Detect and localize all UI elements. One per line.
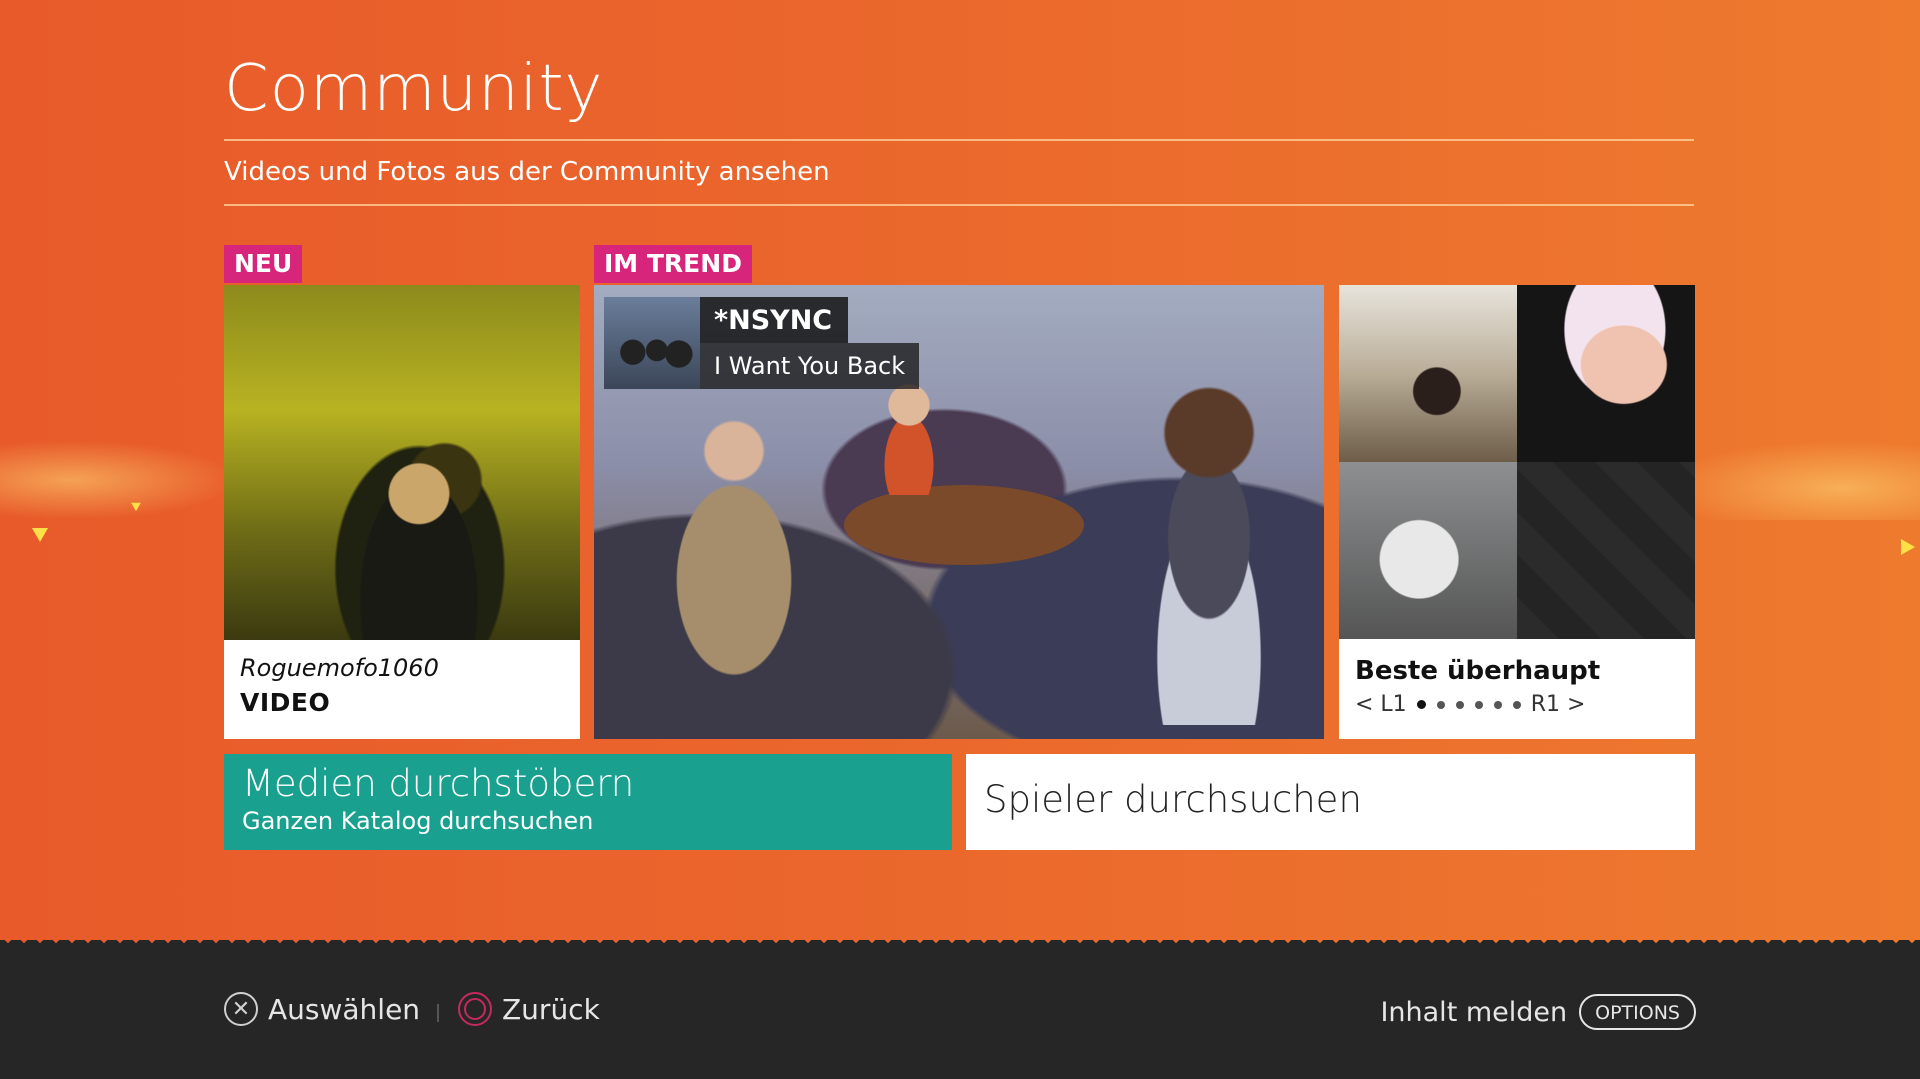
spark-decoration xyxy=(131,502,141,512)
page-title: Community xyxy=(224,52,604,126)
new-media-thumbnail xyxy=(224,285,580,640)
pager-prev-label[interactable]: < L1 xyxy=(1355,692,1407,717)
collage-tile xyxy=(1517,285,1695,462)
song-info-overlay: *NSYNC I Want You Back xyxy=(604,297,920,389)
pager-dot xyxy=(1416,700,1426,709)
pager-dot xyxy=(1455,700,1464,709)
tag-trending: IM TREND xyxy=(594,245,752,283)
collage-tile xyxy=(1339,462,1517,639)
new-media-info: Roguemofo1060 VIDEO xyxy=(224,640,580,739)
footer-separator xyxy=(437,1004,439,1022)
thumbnail-person xyxy=(1114,385,1304,725)
best-media-collage xyxy=(1339,285,1695,640)
spark-decoration xyxy=(1901,539,1915,555)
best-media-card[interactable]: Beste überhaupt < L1 R1 > xyxy=(1339,285,1695,739)
browse-media-label: Medien durchstöbern xyxy=(242,762,635,805)
page-subtitle: Videos und Fotos aus der Community anseh… xyxy=(224,157,830,187)
pager-dot xyxy=(1474,700,1483,709)
select-label: Auswählen xyxy=(268,992,421,1026)
pager-dots xyxy=(1416,700,1521,709)
options-button-icon: OPTIONS xyxy=(1579,994,1696,1030)
cross-button-icon: ✕ xyxy=(224,992,258,1026)
collage-tile xyxy=(1339,285,1517,462)
pager-next-label[interactable]: R1 > xyxy=(1531,692,1586,717)
browse-media-button[interactable]: Medien durchstöbern Ganzen Katalog durch… xyxy=(224,754,952,850)
light-streak-left xyxy=(0,440,240,520)
search-players-button[interactable]: Spieler durchsuchen xyxy=(966,754,1695,850)
trending-media-card[interactable]: *NSYNC I Want You Back xyxy=(594,285,1324,739)
footer-zigzag-edge xyxy=(0,940,1920,956)
thumbnail-person xyxy=(864,375,954,495)
circle-button-icon xyxy=(458,992,492,1026)
song-artist: *NSYNC xyxy=(700,297,849,343)
thumbnail-person xyxy=(634,415,834,715)
media-username: Roguemofo1060 xyxy=(240,654,439,682)
page-indicator: < L1 R1 > xyxy=(1355,692,1679,717)
thumbnail-table xyxy=(844,485,1084,565)
header-divider xyxy=(224,204,1694,206)
song-title: I Want You Back xyxy=(700,343,920,389)
select-hint[interactable]: ✕ Auswählen xyxy=(224,992,420,1026)
pager-dot xyxy=(1493,700,1502,709)
back-label: Zurück xyxy=(502,992,600,1026)
best-media-info: Beste überhaupt < L1 R1 > xyxy=(1339,640,1695,739)
spark-decoration xyxy=(32,528,48,542)
collage-tile xyxy=(1517,462,1695,639)
header-divider xyxy=(224,139,1694,141)
album-art xyxy=(604,297,700,389)
back-hint[interactable]: Zurück xyxy=(458,992,600,1026)
light-streak-right xyxy=(1660,440,1920,520)
new-media-card[interactable]: Roguemofo1060 VIDEO xyxy=(224,285,580,739)
browse-media-sublabel: Ganzen Katalog durchsuchen xyxy=(242,807,594,835)
thumbnail-person xyxy=(344,445,494,640)
tag-new: NEU xyxy=(224,245,303,283)
media-type: VIDEO xyxy=(240,688,331,717)
pager-dot xyxy=(1512,700,1521,709)
best-media-title: Beste überhaupt xyxy=(1355,656,1601,686)
pager-dot xyxy=(1436,700,1445,709)
report-content-hint[interactable]: Inhalt melden OPTIONS xyxy=(1380,994,1696,1030)
report-label: Inhalt melden xyxy=(1380,996,1568,1028)
